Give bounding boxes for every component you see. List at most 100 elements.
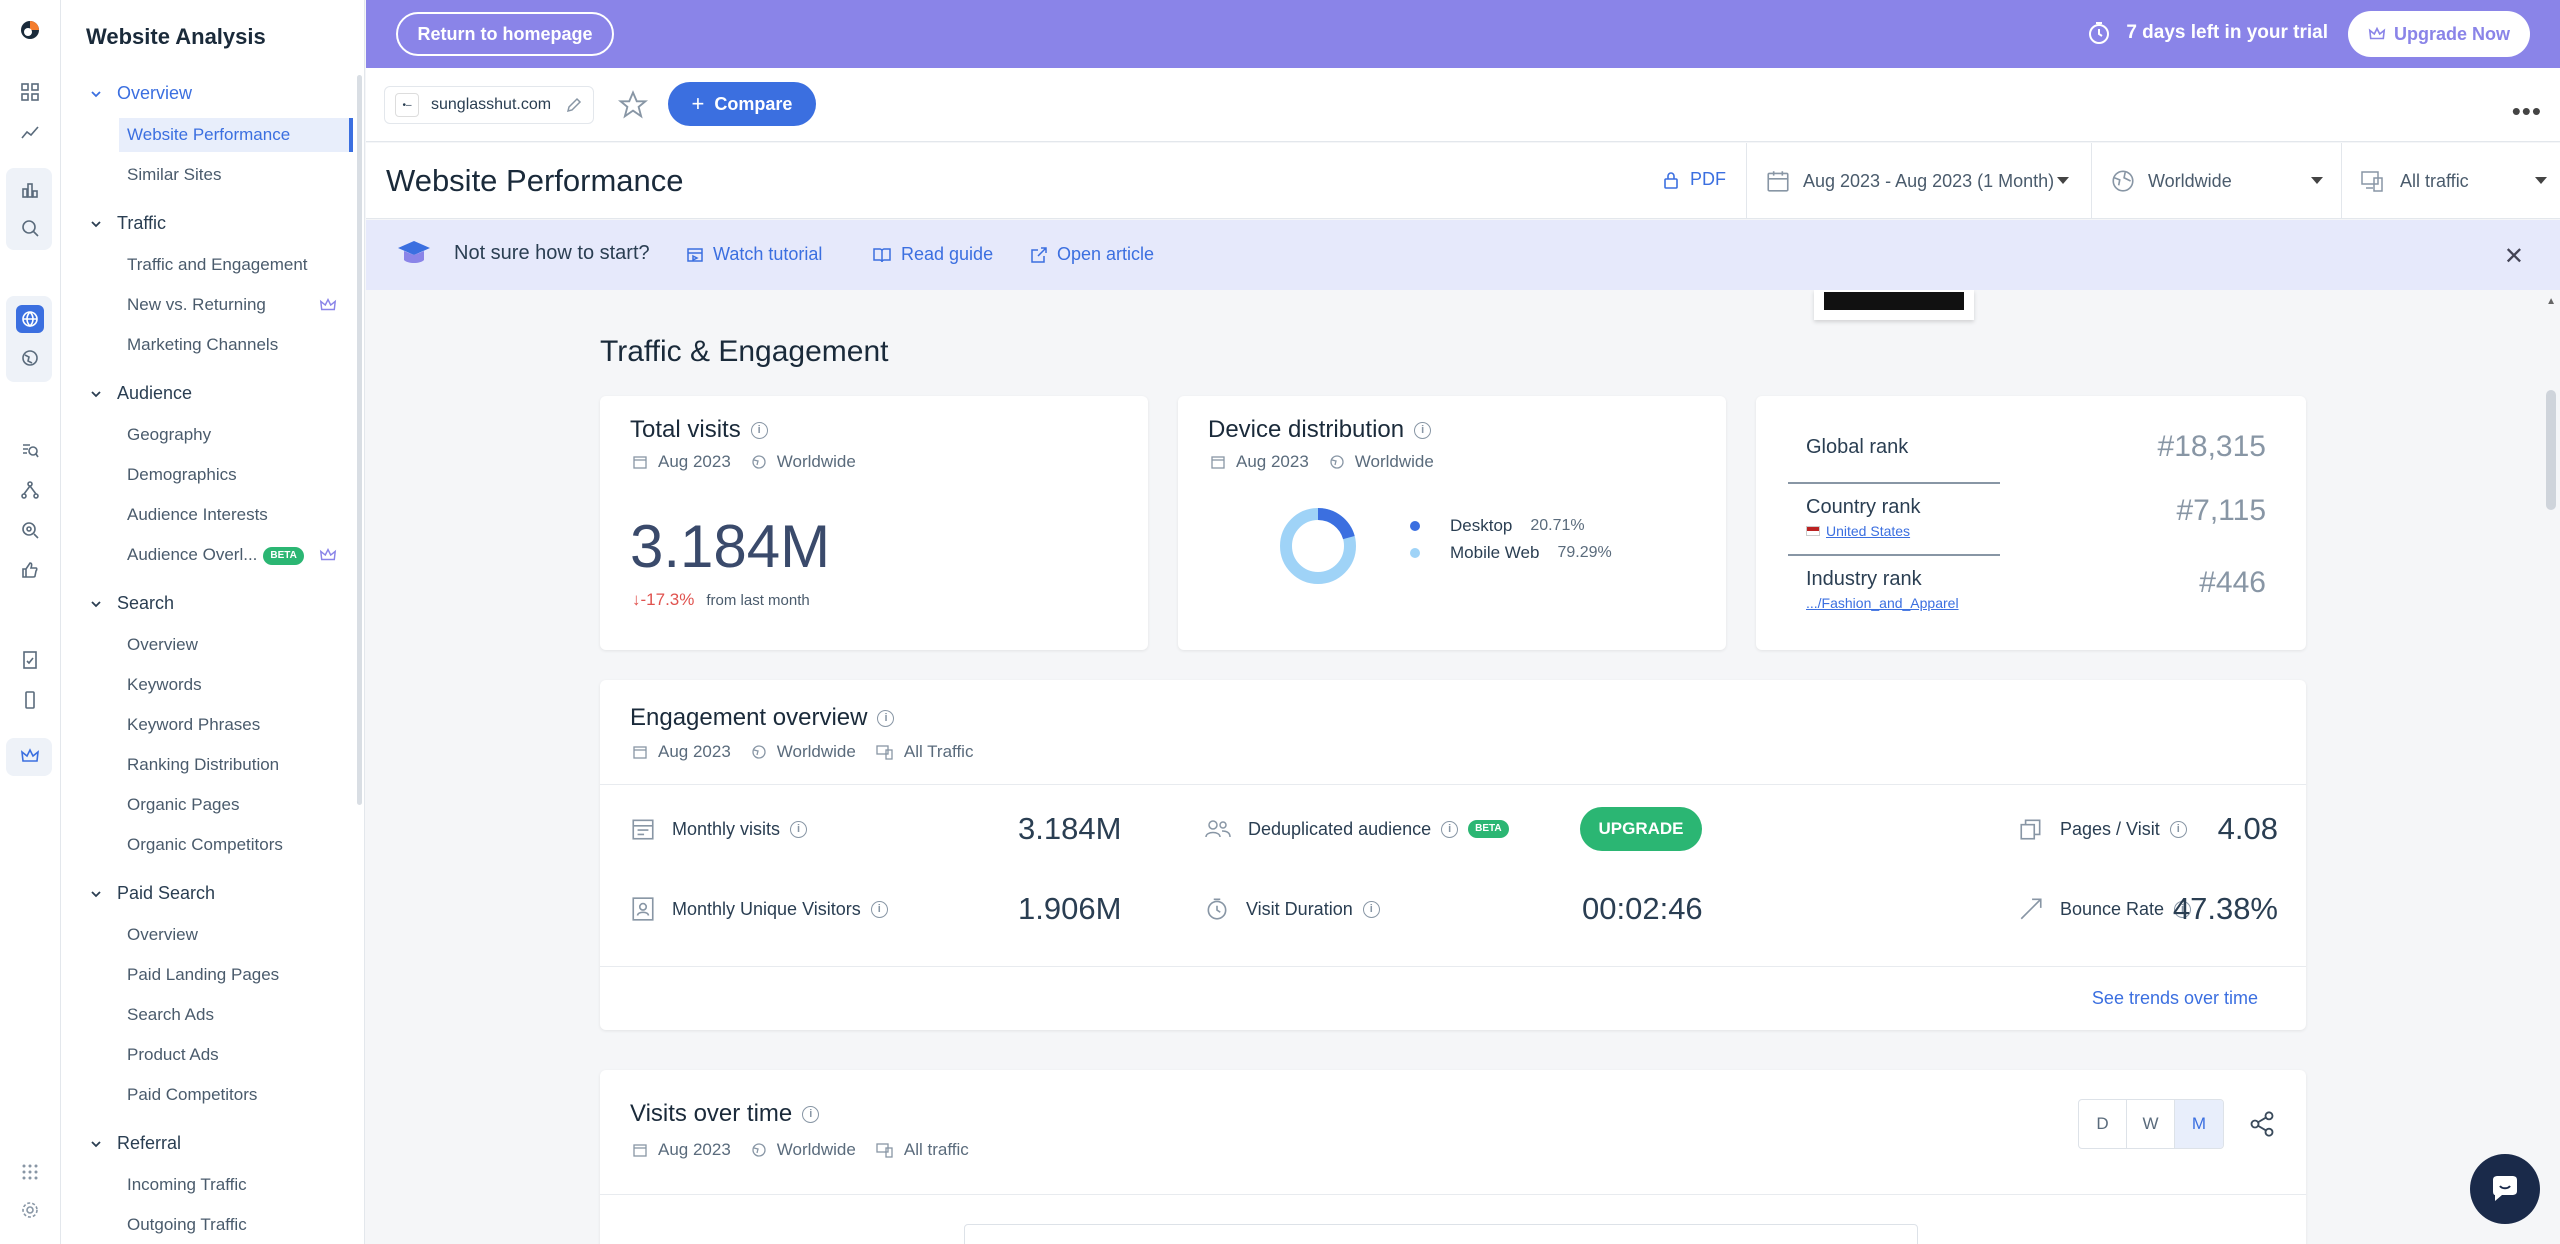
sidebar-item-keyword-phrases[interactable]: Keyword Phrases [119, 708, 353, 742]
calendar-icon [632, 819, 654, 840]
visit-duration-value: 00:02:46 [1582, 891, 1703, 926]
report-icon[interactable] [16, 646, 44, 674]
granularity-week-button[interactable]: W [2127, 1100, 2175, 1148]
open-article-link[interactable]: Open article [1030, 244, 1154, 265]
chat-support-button[interactable] [2470, 1154, 2540, 1224]
sidebar-section-overview[interactable]: Overview [89, 83, 192, 104]
sidebar-section-search[interactable]: Search [89, 593, 174, 614]
bar-chart-icon[interactable] [16, 176, 44, 204]
sidebar-section-traffic[interactable]: Traffic [89, 213, 166, 234]
logo-icon[interactable] [16, 16, 44, 44]
sidebar-item-paid-landing-pages[interactable]: Paid Landing Pages [119, 958, 353, 992]
trend-icon[interactable] [16, 118, 44, 146]
section-title: Traffic & Engagement [600, 335, 889, 368]
globe-icon[interactable] [16, 305, 44, 333]
sidebar-item-organic-competitors[interactable]: Organic Competitors [119, 828, 353, 862]
sidebar-section-paid-search[interactable]: Paid Search [89, 883, 215, 904]
keyword-research-icon[interactable] [16, 436, 44, 464]
beta-badge: BETA [263, 546, 304, 565]
sidebar-item-traffic-engagement[interactable]: Traffic and Engagement [119, 248, 353, 282]
granularity-month-button[interactable]: M [2175, 1100, 2223, 1148]
dashboard-icon[interactable] [16, 78, 44, 106]
chevron-down-icon [91, 220, 101, 227]
watch-tutorial-link[interactable]: Watch tutorial [686, 244, 822, 265]
sidebar-item-search-ads[interactable]: Search Ads [119, 998, 353, 1032]
info-icon: i [870, 900, 888, 918]
unique-visitors-value: 1.906M [1018, 891, 1122, 926]
globe-icon [2112, 170, 2134, 192]
world-icon[interactable] [16, 344, 44, 372]
bounce-rate-value: 47.38% [2172, 891, 2278, 926]
globe-icon [752, 455, 766, 469]
compare-button[interactable]: + Compare [668, 82, 816, 126]
crown-icon [319, 547, 337, 561]
content-scrollbar-thumb[interactable] [2546, 390, 2556, 510]
sidebar-title: Website Analysis [86, 24, 266, 49]
more-options-icon[interactable]: ••• [2512, 96, 2542, 127]
globe-icon [752, 1143, 766, 1157]
crown-icon[interactable] [16, 742, 44, 770]
chevron-down-icon [91, 90, 101, 97]
sidebar-item-outgoing-traffic[interactable]: Outgoing Traffic [119, 1208, 353, 1242]
close-icon[interactable]: ✕ [2504, 242, 2524, 271]
granularity-toggle: D W M [2078, 1099, 2224, 1149]
target-search-icon[interactable] [16, 516, 44, 544]
clock-icon [2089, 22, 2110, 44]
date-range-filter[interactable]: Aug 2023 - Aug 2023 (1 Month) [1746, 143, 2091, 219]
industry-rank-link[interactable]: .../Fashion_and_Apparel [1806, 595, 2266, 611]
mobile-icon[interactable] [16, 686, 44, 714]
return-homepage-button[interactable]: Return to homepage [396, 12, 614, 56]
sidebar-item-marketing-channels[interactable]: Marketing Channels [119, 328, 353, 362]
network-icon[interactable] [16, 476, 44, 504]
sidebar-item-ranking-distribution[interactable]: Ranking Distribution [119, 748, 353, 782]
star-icon[interactable] [618, 90, 648, 120]
sidebar-item-geography[interactable]: Geography [119, 418, 353, 452]
sidebar-item-demographics[interactable]: Demographics [119, 458, 353, 492]
sidebar-item-organic-pages[interactable]: Organic Pages [119, 788, 353, 822]
sidebar-section-audience[interactable]: Audience [89, 383, 192, 404]
share-icon[interactable] [2248, 1110, 2276, 1138]
sidebar-item-audience-interests[interactable]: Audience Interests [119, 498, 353, 532]
sidebar-item-keywords[interactable]: Keywords [119, 668, 353, 702]
sidebar-item-paid-overview[interactable]: Overview [119, 918, 353, 952]
visits-over-time-title: Visits over time i [630, 1100, 820, 1128]
sidebar-item-audience-overlap[interactable]: Audience Overl... BETA [119, 538, 353, 572]
sidebar-item-website-performance[interactable]: Website Performance [119, 118, 353, 152]
globe-icon [752, 745, 766, 759]
main-content: Traffic & Engagement Total visits i Aug 2… [366, 290, 2542, 1244]
sidebar-item-product-ads[interactable]: Product Ads [119, 1038, 353, 1072]
sidebar-item-new-returning[interactable]: New vs. Returning [119, 288, 353, 322]
sidebar-item-paid-competitors[interactable]: Paid Competitors [119, 1078, 353, 1112]
see-trends-link[interactable]: See trends over time [2092, 988, 2258, 1009]
region-filter[interactable]: Worldwide [2091, 143, 2341, 219]
search-analysis-icon[interactable] [16, 214, 44, 242]
read-guide-link[interactable]: Read guide [872, 244, 993, 265]
apps-grid-icon[interactable] [16, 1158, 44, 1186]
trial-status: 7 days left in your trial [2086, 20, 2328, 46]
unique-visitors-label: Monthly Unique Visitors i [630, 896, 888, 922]
engagement-title: Engagement overview i [630, 704, 895, 732]
sidebar-item-incoming-traffic[interactable]: Incoming Traffic [119, 1168, 353, 1202]
settings-gear-icon[interactable] [16, 1196, 44, 1224]
info-icon: i [877, 709, 895, 727]
total-visits-meta: Aug 2023 Worldwide [632, 452, 856, 472]
industry-rank: Industry rank .../Fashion_and_Apparel #4… [1806, 566, 2266, 611]
sidebar-scrollbar[interactable] [357, 75, 362, 805]
legend-mobile-dot [1410, 548, 1420, 558]
pdf-button[interactable]: PDF [1662, 169, 1726, 190]
sidebar-item-similar-sites[interactable]: Similar Sites [119, 158, 353, 192]
total-visits-title: Total visits i [630, 416, 768, 444]
thumbs-up-icon[interactable] [16, 556, 44, 584]
legend-desktop-dot [1410, 521, 1420, 531]
site-chip[interactable]: •– sunglasshut.com [384, 86, 595, 124]
upgrade-now-button[interactable]: Upgrade Now [2348, 11, 2530, 57]
info-icon: i [1441, 820, 1459, 838]
granularity-day-button[interactable]: D [2079, 1100, 2127, 1148]
device-distribution-title: Device distribution i [1208, 416, 1432, 444]
us-flag-icon [1806, 526, 1820, 536]
upgrade-button[interactable]: UPGRADE [1580, 807, 1702, 851]
sidebar-section-referral[interactable]: Referral [89, 1133, 181, 1154]
traffic-filter[interactable]: All traffic [2341, 143, 2551, 219]
beta-badge: BETA [1468, 820, 1509, 838]
sidebar-item-search-overview[interactable]: Overview [119, 628, 353, 662]
